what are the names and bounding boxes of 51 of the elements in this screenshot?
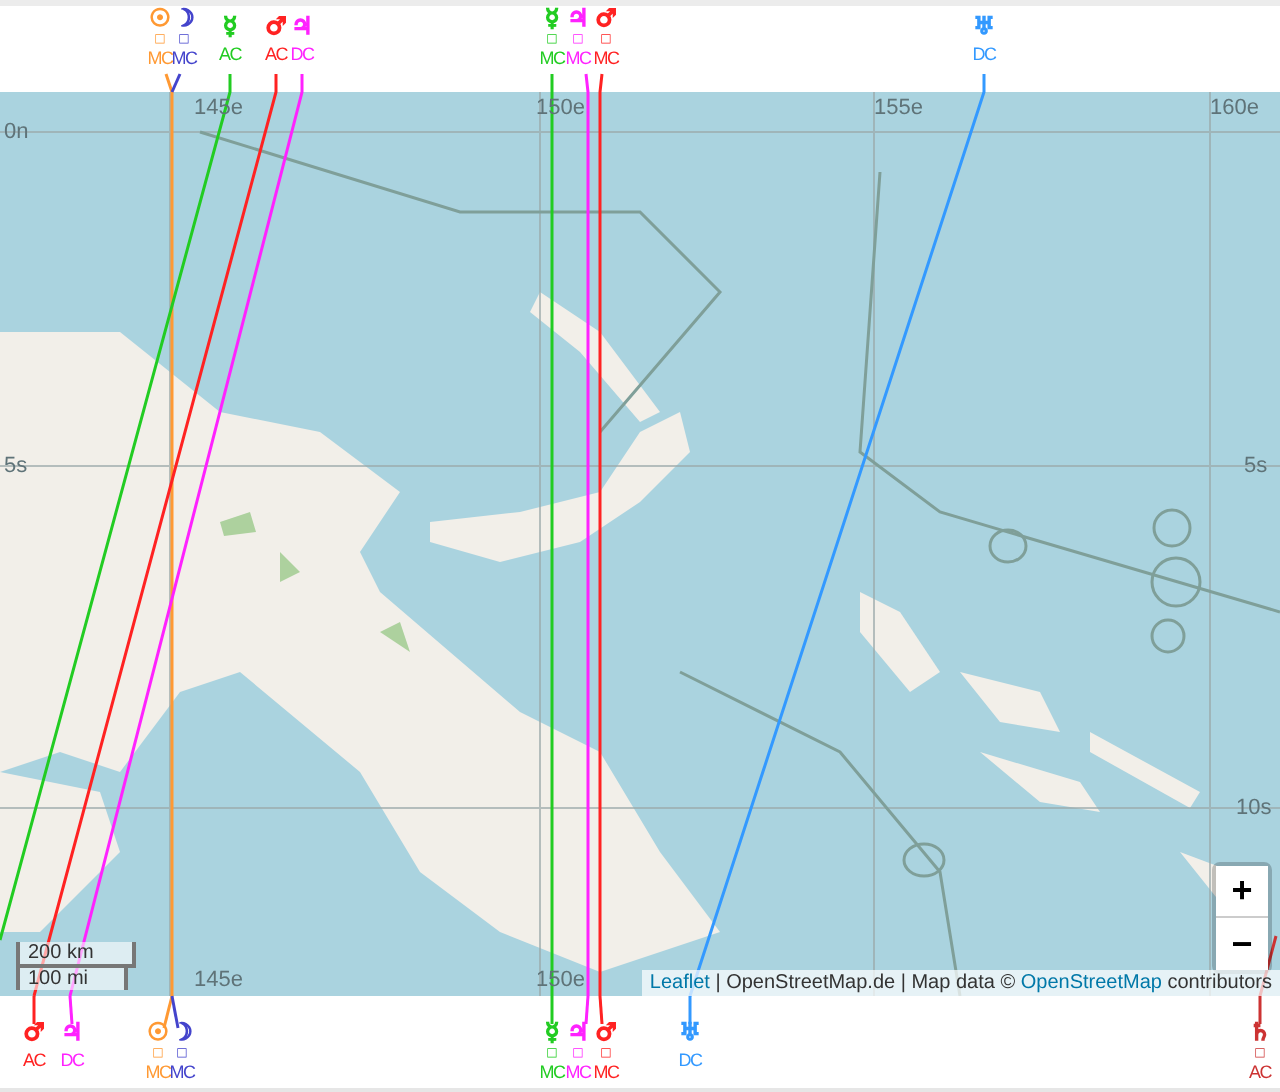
angle-label: DC	[678, 1050, 702, 1072]
planet-symbol: ☽	[173, 8, 195, 30]
angle-label: MC	[539, 1062, 565, 1084]
planet-symbol: ♃	[567, 8, 589, 30]
planet-symbol: ♅	[679, 1022, 701, 1044]
planet-symbol: ♂	[595, 8, 617, 30]
planet-symbol: ☿	[544, 8, 560, 30]
attribution-text: contributors	[1165, 972, 1272, 994]
planet-symbol: ☉	[149, 8, 171, 30]
zoom-out-button[interactable]: −	[1216, 918, 1268, 970]
planet-symbol: ♄	[1249, 1022, 1271, 1044]
planet-symbol: ♅	[973, 16, 995, 38]
planet-symbol: ☉	[147, 1022, 169, 1044]
angle-label: DC	[60, 1050, 84, 1072]
grid-label: 10s	[1236, 796, 1272, 820]
planet-symbol: ☿	[544, 1022, 560, 1044]
angle-label: AC	[1249, 1062, 1271, 1084]
openstreetmap-link[interactable]: OpenStreetMap	[1020, 972, 1162, 994]
angle-label: MC	[539, 48, 565, 70]
planet-symbol: ♂	[595, 1022, 617, 1044]
angle-label: MC	[169, 1062, 195, 1084]
angle-label: MC	[147, 48, 173, 70]
planet-symbol: ♂	[23, 1022, 45, 1044]
planet-symbol: ♃	[567, 1022, 589, 1044]
zoom-in-button[interactable]: +	[1216, 866, 1268, 918]
angle-label: MC	[565, 1062, 591, 1084]
angle-label: MC	[593, 48, 619, 70]
leaflet-link[interactable]: Leaflet	[649, 972, 710, 994]
grid-label: 160e	[1210, 96, 1259, 120]
grid-label: 5s	[1244, 454, 1268, 478]
angle-label: MC	[145, 1062, 171, 1084]
angle-label: AC	[23, 1050, 45, 1072]
planet-symbol: ♂	[265, 16, 287, 38]
grid-label: 0n	[4, 120, 29, 144]
angle-label: AC	[219, 44, 241, 66]
scale-bar: 100 mi	[16, 964, 128, 990]
angle-label: DC	[972, 44, 996, 66]
planet-symbol: ☿	[222, 16, 238, 38]
planet-symbol: ♃	[291, 16, 313, 38]
angle-label: MC	[565, 48, 591, 70]
planet-symbol: ☽	[171, 1022, 193, 1044]
angle-label: DC	[290, 44, 314, 66]
angle-label: MC	[593, 1062, 619, 1084]
angle-label: AC	[265, 44, 287, 66]
grid-label: 145e	[194, 968, 243, 992]
grid-label: 5s	[4, 454, 28, 478]
attribution-text: | OpenStreetMap.de | Map data ©	[713, 972, 1018, 994]
grid-label: 155e	[874, 96, 923, 120]
planet-symbol: ♃	[61, 1022, 83, 1044]
angle-label: MC	[171, 48, 197, 70]
scale-bar: 200 km	[16, 942, 136, 968]
